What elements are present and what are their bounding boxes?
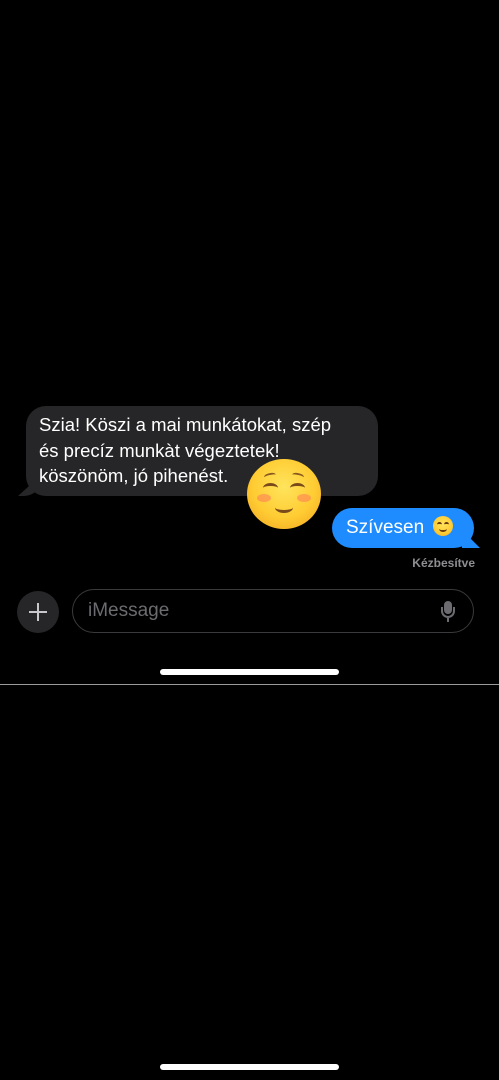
emoji-cheek-right — [297, 494, 311, 502]
outgoing-message-bubble[interactable]: Szívesen — [332, 508, 480, 548]
delivery-status: Kézbesítve — [412, 556, 475, 570]
emoji-brow-right — [291, 471, 305, 481]
smiling-face-icon — [433, 516, 454, 536]
message-input[interactable]: iMessage — [72, 589, 474, 633]
message-input-placeholder: iMessage — [88, 600, 170, 621]
plus-icon-vertical — [37, 603, 39, 621]
incoming-message-bubble[interactable]: Szia! Köszi a mai munkátokat, szép és pr… — [18, 406, 378, 496]
incoming-message-line-2: és precíz munkàt végeztetek! — [39, 439, 280, 461]
outgoing-bubble-tail — [462, 530, 480, 548]
incoming-message-line-1: Szia! Köszi a mai munkátokat, szép — [39, 414, 332, 435]
microphone-icon[interactable] — [441, 601, 455, 623]
emoji-cheek-left — [257, 494, 271, 502]
emoji-eye-left — [263, 483, 278, 493]
home-indicator[interactable] — [160, 669, 339, 675]
home-indicator-bottom[interactable] — [160, 1064, 339, 1070]
emoji-mouth — [275, 502, 293, 513]
outgoing-message-text: Szívesen — [346, 517, 425, 538]
screenshot-divider — [0, 684, 499, 685]
emoji-brow-left — [263, 471, 277, 481]
emoji-eye-right — [290, 483, 305, 493]
mic-cup — [441, 607, 455, 618]
smiling-face-with-rosy-cheeks-icon[interactable] — [247, 459, 321, 529]
mic-stem — [447, 618, 449, 622]
incoming-bubble-tail — [18, 476, 40, 496]
add-attachment-button[interactable] — [17, 591, 59, 633]
